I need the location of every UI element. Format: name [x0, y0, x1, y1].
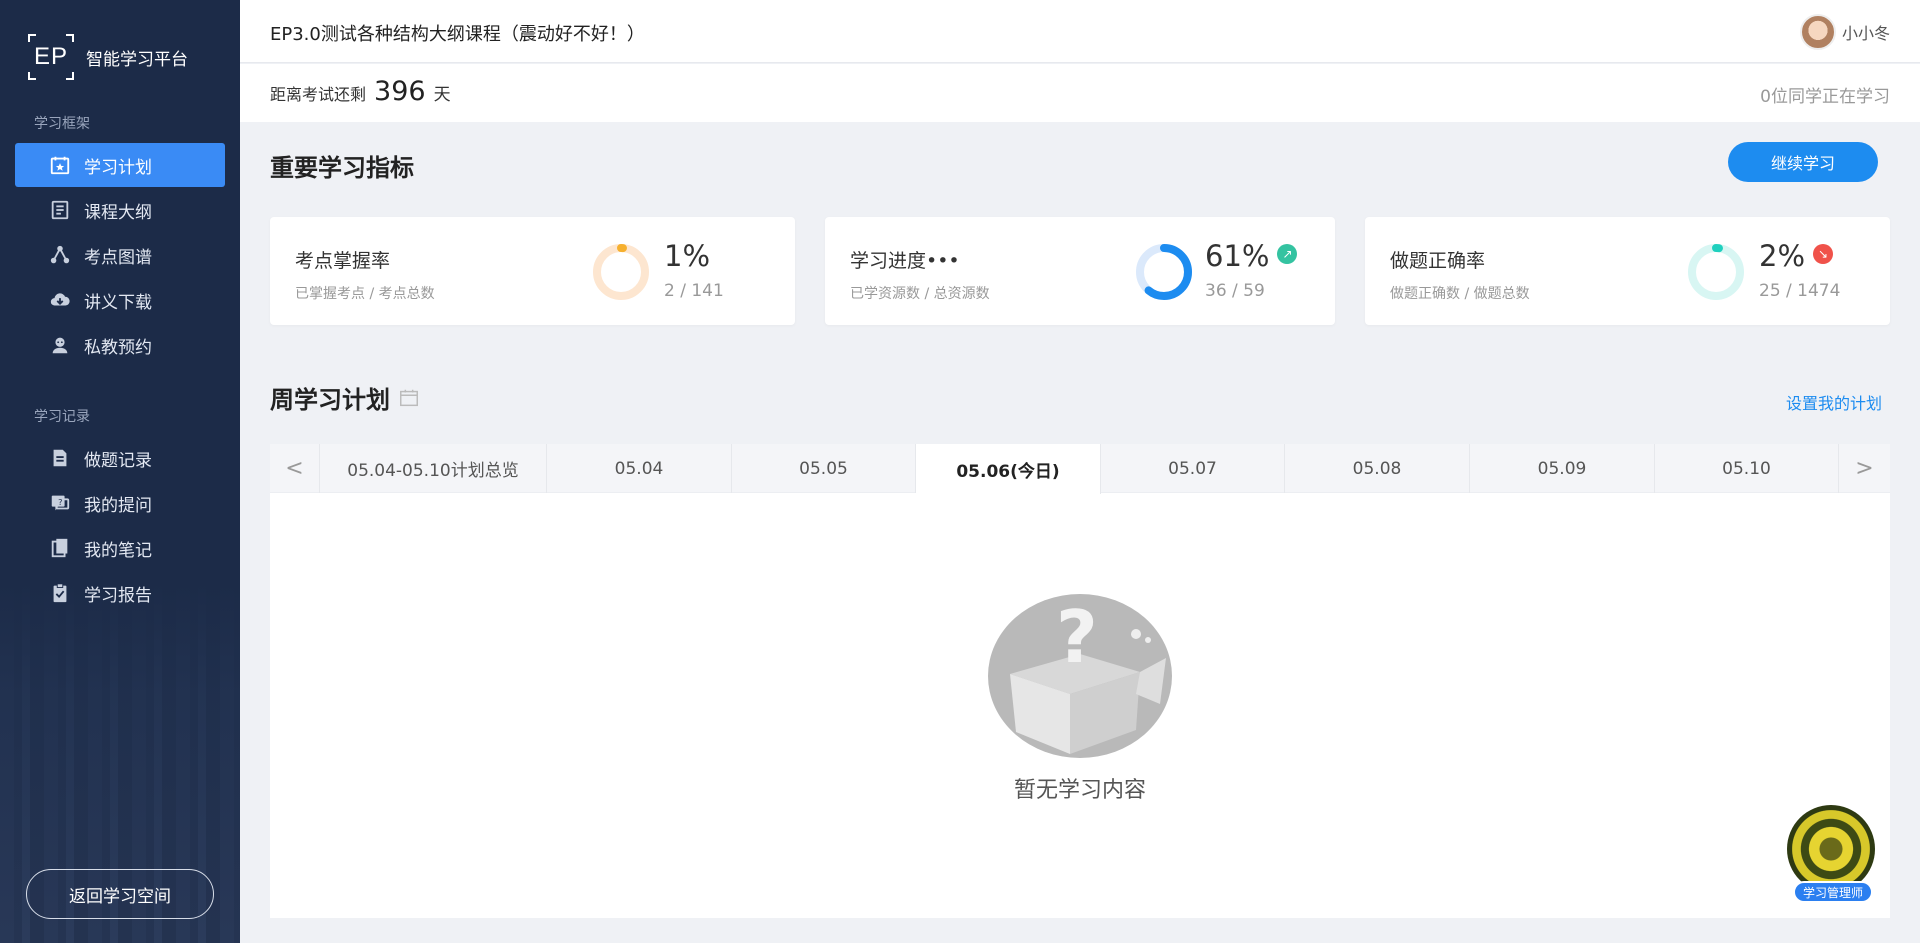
tab-date[interactable]: 05.09 — [1470, 444, 1655, 493]
tab-date[interactable]: 05.08 — [1285, 444, 1470, 493]
weekly-plan-title: 周学习计划 — [270, 380, 420, 415]
exam-countdown: 距离考试还剩 396 天 — [270, 76, 451, 107]
metric-card-accuracy[interactable]: 做题正确率 做题正确数 / 做题总数 2% ↘ 25 / 1474 — [1365, 217, 1890, 325]
graph-icon — [48, 243, 72, 267]
tab-date[interactable]: 05.05 — [732, 444, 916, 493]
sidebar-item-handout-download[interactable]: 讲义下载 — [15, 278, 225, 322]
next-week-button[interactable]: > — [1839, 444, 1890, 493]
tab-week-overview[interactable]: 05.04-05.10计划总览 — [320, 444, 547, 493]
nav-section-framework: 学习框架 — [34, 116, 90, 132]
date-tabs: < 05.04-05.10计划总览 05.04 05.05 05.06(今日) … — [270, 444, 1890, 494]
back-to-study-space-button[interactable]: 返回学习空间 — [26, 869, 214, 919]
donut-track — [593, 244, 649, 300]
course-title: EP3.0测试各种结构大纲课程（震动好不好！） — [270, 24, 645, 45]
notes-icon — [48, 536, 72, 560]
sidebar-item-exercise-records[interactable]: 做题记录 — [15, 436, 225, 480]
app-name: 智能学习平台 — [86, 49, 188, 70]
weekly-plan-panel: < 05.04-05.10计划总览 05.04 05.05 05.06(今日) … — [270, 444, 1890, 918]
sidebar-item-my-questions[interactable]: ? 我的提问 — [15, 481, 225, 525]
ep-logo-icon: EP — [28, 34, 74, 80]
tab-today[interactable]: 05.06(今日) — [916, 444, 1101, 494]
calendar-star-icon — [48, 153, 72, 177]
top-bar: EP3.0测试各种结构大纲课程（震动好不好！） 小小冬 — [240, 0, 1920, 63]
document-icon — [48, 446, 72, 470]
username[interactable]: 小小冬 — [1842, 20, 1890, 44]
sidebar-item-my-notes[interactable]: 我的笔记 — [15, 526, 225, 570]
exam-countdown-bar: 距离考试还剩 396 天 0位同学正在学习 — [240, 64, 1920, 122]
app-logo[interactable]: EP 智能学习平台 — [28, 34, 188, 80]
calendar-icon[interactable] — [398, 387, 420, 409]
manager-avatar[interactable] — [1787, 805, 1875, 893]
user-menu[interactable]: 小小冬 — [1799, 14, 1890, 50]
empty-message: 暂无学习内容 — [1013, 778, 1146, 803]
manager-label[interactable]: 学习管理师 — [1793, 881, 1873, 903]
metrics-title: 重要学习指标 — [270, 154, 414, 182]
avatar[interactable] — [1799, 14, 1836, 50]
metric-card-mastery[interactable]: 考点掌握率 已掌握考点 / 考点总数 1% 2 / 141 — [270, 217, 795, 325]
empty-box-illustration: ? — [988, 594, 1172, 758]
sidebar: EP 智能学习平台 学习框架 学习计划 课程大纲 考点图谱 讲义下载 私教预约 … — [0, 0, 240, 943]
countdown-days: 396 — [374, 76, 426, 107]
tab-date[interactable]: 05.04 — [547, 444, 732, 493]
tutor-icon — [48, 333, 72, 357]
svg-text:?: ? — [1056, 595, 1098, 679]
donut-track — [1688, 244, 1744, 300]
metric-card-progress[interactable]: 学习进度••• 已学资源数 / 总资源数 61% ↗ 36 / 59 — [825, 217, 1335, 325]
continue-study-button[interactable]: 继续学习 — [1728, 142, 1878, 182]
tab-date[interactable]: 05.10 — [1655, 444, 1839, 493]
trend-down-icon: ↘ — [1813, 244, 1834, 264]
study-manager-widget[interactable]: 学习管理师 — [1787, 805, 1875, 905]
accuracy-donut — [1688, 244, 1744, 300]
trend-up-icon: ↗ — [1277, 244, 1298, 264]
mastery-donut — [593, 244, 649, 300]
sidebar-item-outline[interactable]: 课程大纲 — [15, 188, 225, 232]
progress-donut — [1136, 244, 1192, 300]
sidebar-item-study-plan[interactable]: 学习计划 — [15, 143, 225, 187]
svg-text:?: ? — [58, 497, 62, 507]
clipboard-icon — [48, 581, 72, 605]
nav-section-records: 学习记录 — [34, 409, 90, 425]
empty-state: ? 暂无学习内容 — [970, 584, 1190, 803]
studying-count: 0位同学正在学习 — [1760, 87, 1890, 107]
set-my-plan-link[interactable]: 设置我的计划 — [1786, 390, 1882, 414]
outline-icon — [48, 198, 72, 222]
question-icon: ? — [48, 491, 72, 515]
cloud-download-icon — [48, 288, 72, 312]
sidebar-item-private-tutor[interactable]: 私教预约 — [15, 323, 225, 367]
sidebar-item-study-report[interactable]: 学习报告 — [15, 571, 225, 615]
prev-week-button[interactable]: < — [270, 444, 320, 493]
tab-date[interactable]: 05.07 — [1101, 444, 1285, 493]
sidebar-item-knowledge-graph[interactable]: 考点图谱 — [15, 233, 225, 277]
